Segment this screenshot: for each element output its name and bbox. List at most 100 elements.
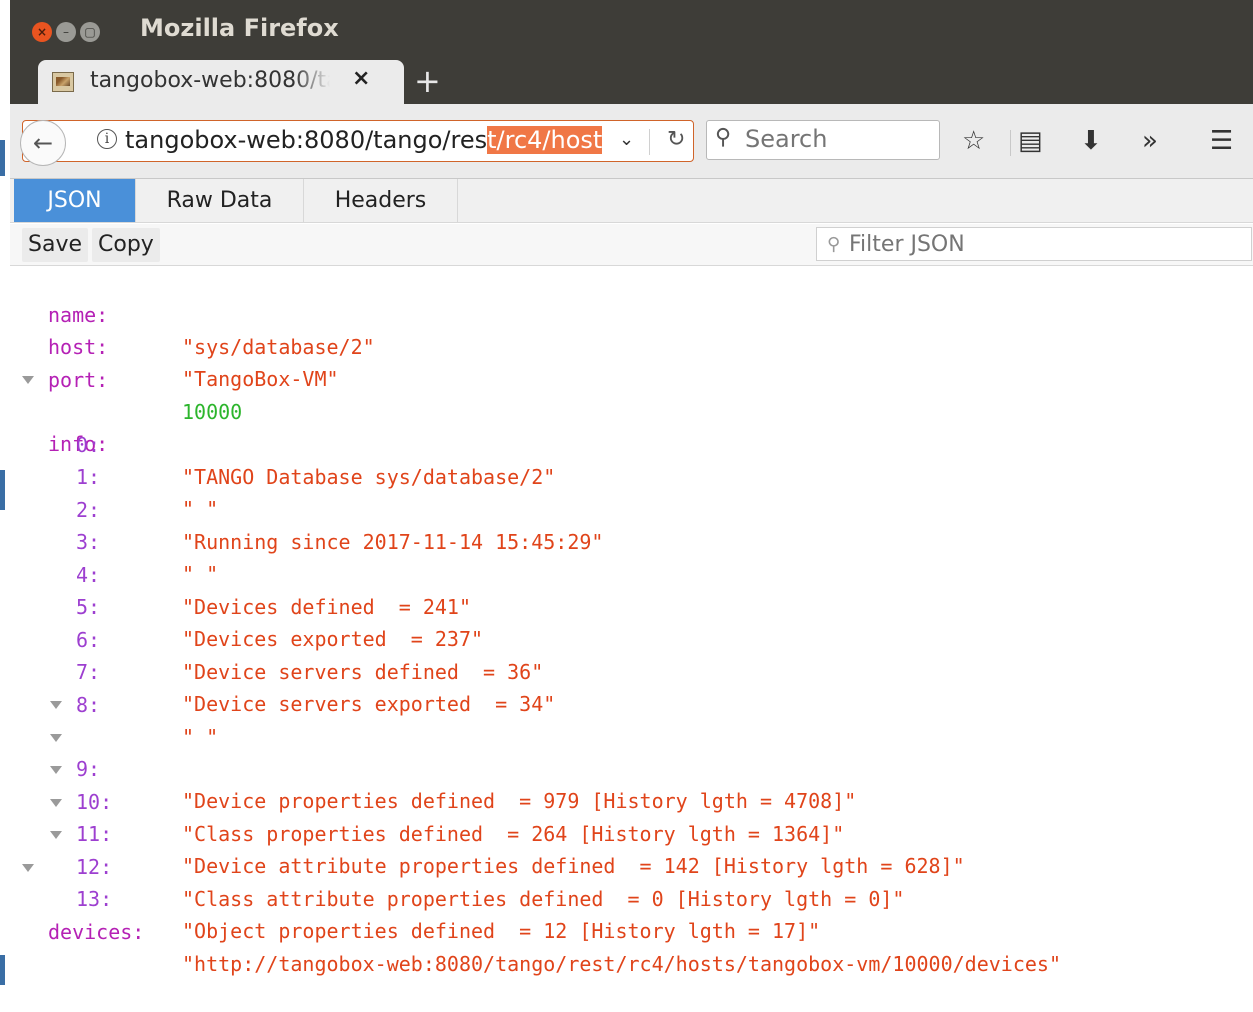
json-key: 12: [76,855,113,879]
tab-close-icon[interactable]: × [352,66,370,91]
collapse-twisty-icon[interactable] [50,734,62,742]
json-row-info-item[interactable]: 9: "Device properties defined = 979 [His… [10,689,856,813]
tango-favicon-icon [52,72,74,92]
filter-json-input[interactable] [849,230,1229,258]
desktop-edge-mark [0,140,5,176]
json-row-port: port: 10000 [10,332,242,424]
json-row-info-item: 0: "TANGO Database sys/database/2" [10,397,555,489]
json-key: 1: [76,465,101,489]
json-value-link[interactable]: "http://tangobox-web:8080/tango/rest/rc4… [182,948,1061,980]
json-key: 6: [76,628,101,652]
json-row-host: host: "TangoBox-VM" [10,299,339,391]
json-row-info-item[interactable]: 10: "Class properties defined = 264 [His… [10,722,844,846]
overflow-chevron-icon[interactable]: » [1142,126,1158,156]
json-value: " " [182,497,219,521]
json-value: "Device attribute properties defined = 1… [182,854,965,878]
collapse-twisty-icon[interactable] [50,799,62,807]
new-tab-button[interactable]: + [414,62,441,100]
json-value: "Class properties defined = 264 [History… [182,822,845,846]
window-maximize-button[interactable]: ▢ [80,22,100,42]
json-key: 4: [76,563,101,587]
download-icon[interactable]: ⬇ [1080,126,1102,156]
json-key: 8: [76,693,101,717]
json-value: "Devices defined = 241" [182,595,471,619]
hamburger-menu-icon[interactable]: ☰ [1210,126,1233,156]
json-row-info-item[interactable]: 12: "Class attribute properties defined … [10,787,904,911]
json-row-devices[interactable]: devices: "http://tangobox-web:8080/tango… [10,852,1061,976]
json-value: "sys/database/2" [182,335,375,359]
json-value: "TANGO Database sys/database/2" [182,465,556,489]
url-dropdown-icon[interactable]: ⌄ [619,129,634,150]
window-titlebar: × – ▢ Mozilla Firefox [10,0,1253,58]
json-key: 2: [76,498,101,522]
json-value: " " [182,562,219,586]
window-minimize-button[interactable]: – [56,22,76,42]
json-row-info-item: 2: "Running since 2017-11-14 15:45:29" [10,462,603,554]
back-button[interactable]: ← [20,120,66,166]
json-row-name: name: "sys/database/2" [10,267,375,359]
collapse-twisty-icon[interactable] [22,864,34,872]
json-row-info[interactable]: info: [10,364,108,456]
bookmark-star-icon[interactable]: ☆ [962,126,985,156]
site-info-icon[interactable]: i [97,129,117,149]
json-key: 3: [76,530,101,554]
desktop-edge-mark [0,955,5,985]
back-arrow-icon: ← [32,129,54,157]
url-text[interactable]: tangobox-web:8080/tango/rest/rc4/host [125,126,603,154]
collapse-twisty-icon[interactable] [50,701,62,709]
search-input[interactable] [745,124,925,154]
desktop-edge-mark [0,470,5,510]
tab-json[interactable]: JSON [14,179,136,222]
url-separator [649,129,650,155]
reading-list-icon[interactable]: ▤ [1018,126,1043,156]
search-bar[interactable]: ⚲ [706,120,940,160]
json-key: 10: [76,790,113,814]
json-value: "Device servers exported = 34" [182,692,556,716]
tab-headers[interactable]: Headers [304,179,458,222]
json-key: 9: [76,757,101,781]
json-value: " " [182,725,219,749]
json-value: "Device servers defined = 36" [182,660,544,684]
save-button[interactable]: Save [22,228,89,262]
json-row-info-item: 8: " " [10,657,218,749]
window-close-button[interactable]: × [32,22,52,42]
search-icon: ⚲ [715,125,732,150]
json-row-info-item: 5: "Devices exported = 237" [10,559,483,651]
window-title: Mozilla Firefox [140,14,339,42]
collapse-twisty-icon[interactable] [50,766,62,774]
url-selected: t/rc4/host [487,126,603,154]
json-value: "Running since 2017-11-14 15:45:29" [182,530,604,554]
reload-icon[interactable]: ↻ [667,127,685,152]
url-plain: tangobox-web:8080/tango/res [125,126,488,154]
json-value: "Devices exported = 237" [182,627,484,651]
json-row-info-item: 7: "Device servers exported = 34" [10,624,555,716]
tab-title: tangobox-web:8080/tango/rest/rc4/host [90,68,330,93]
json-key: 0: [76,433,101,457]
json-row-info-item: 6: "Device servers defined = 36" [10,592,543,684]
collapse-twisty-icon[interactable] [22,376,34,384]
json-row-info-item: 1: " " [10,429,218,521]
toolbar-separator [1010,130,1011,156]
filter-icon: ⚲ [827,234,841,255]
collapse-twisty-icon[interactable] [50,831,62,839]
json-value: "TangoBox-VM" [182,367,339,391]
tab-strip: tangobox-web:8080/tango/rest/rc4/host × … [10,58,1253,104]
json-key: devices: [48,920,145,944]
json-row-info-item[interactable]: 13: "Object properties defined = 12 [His… [10,819,820,943]
json-row-info-item[interactable]: 11: "Device attribute properties defined… [10,754,965,878]
browser-tab[interactable]: tangobox-web:8080/tango/rest/rc4/host × [38,60,404,104]
json-value: 10000 [182,400,243,424]
json-value: "Device properties defined = 979 [Histor… [182,789,857,813]
json-key: 5: [76,595,101,619]
tab-raw-data[interactable]: Raw Data [136,179,304,222]
copy-button[interactable]: Copy [92,228,160,262]
json-key: 13: [76,887,113,911]
url-bar[interactable]: i tangobox-web:8080/tango/rest/rc4/host … [22,120,694,162]
filter-json-box[interactable]: ⚲ [816,227,1252,261]
json-value: "Object properties defined = 12 [History… [182,919,821,943]
json-key: 7: [76,660,101,684]
navigation-bar: i tangobox-web:8080/tango/rest/rc4/host … [10,104,1253,179]
json-value: "Class attribute properties defined = 0 … [182,887,905,911]
desktop-edge [0,0,10,986]
json-key: 11: [76,822,113,846]
